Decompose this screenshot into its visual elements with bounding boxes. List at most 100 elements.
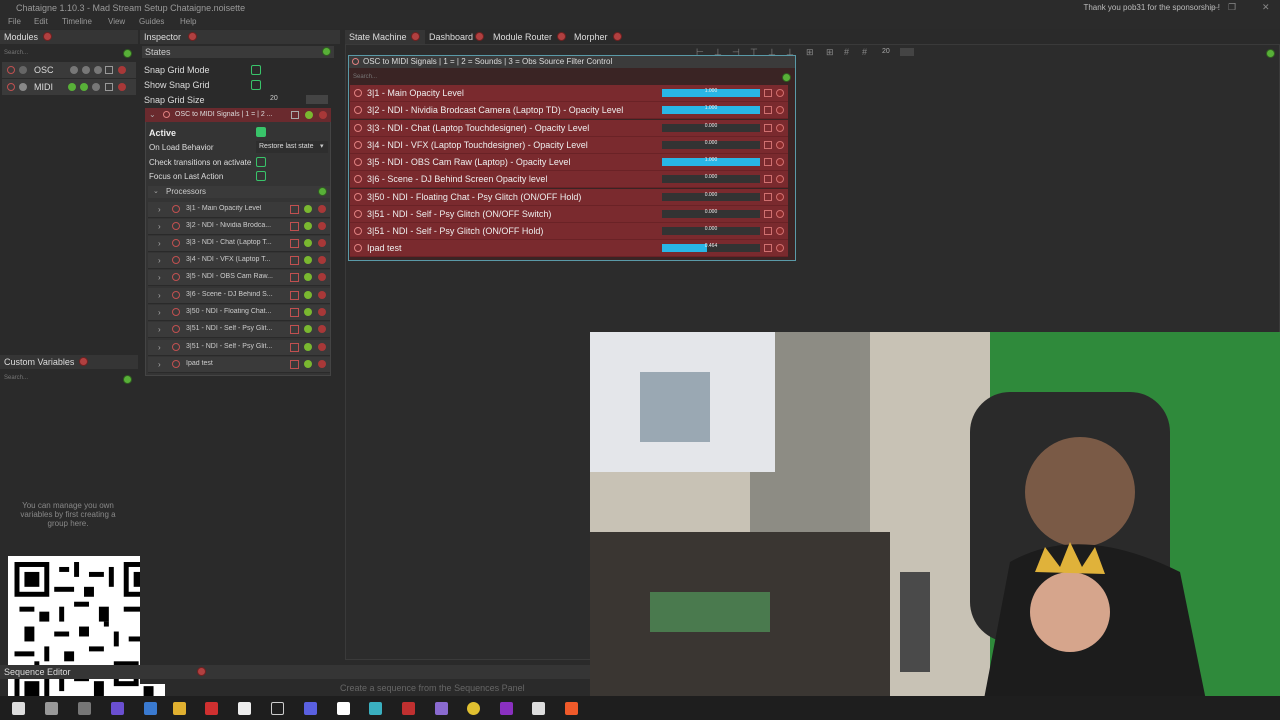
progress-bar[interactable]: 0.000 <box>662 123 760 132</box>
power-icon[interactable] <box>7 66 15 74</box>
remove-icon[interactable] <box>318 291 326 299</box>
snap-grid-size-stepper[interactable] <box>306 95 328 104</box>
action-row[interactable]: 3|4 - NDI - VFX (Laptop Touchdesigner) -… <box>350 137 788 154</box>
remove-icon[interactable] <box>118 66 126 74</box>
select-box[interactable] <box>764 106 772 114</box>
show-snap-grid-checkbox[interactable] <box>251 80 261 90</box>
state-node-header[interactable]: OSC to MIDI Signals | 1 = | 2 = Sounds |… <box>349 56 795 68</box>
app-icon[interactable] <box>304 702 317 715</box>
power-icon[interactable] <box>163 111 170 118</box>
tab-module-router[interactable]: Module Router <box>491 30 571 44</box>
processor-item[interactable]: › 3|5 - NDI - OBS Cam Raw... <box>148 270 330 286</box>
remove-icon[interactable] <box>776 106 784 114</box>
task-view-icon[interactable] <box>78 702 91 715</box>
grid-icon[interactable]: # <box>844 47 849 57</box>
select-box[interactable] <box>290 205 299 214</box>
select-box[interactable] <box>290 308 299 317</box>
power-icon[interactable] <box>172 205 180 213</box>
menu-file[interactable]: File <box>8 17 21 26</box>
select-box[interactable] <box>290 222 299 231</box>
add-icon[interactable] <box>304 325 312 333</box>
select-box[interactable] <box>290 239 299 248</box>
start-icon[interactable] <box>12 702 25 715</box>
select-box[interactable] <box>764 227 772 235</box>
remove-icon[interactable] <box>319 111 327 119</box>
close-icon[interactable] <box>411 32 420 41</box>
action-row[interactable]: 3|51 - NDI - Self - Psy Glitch (ON/OFF H… <box>350 223 788 240</box>
processors-header[interactable]: ⌄ Processors <box>148 186 330 198</box>
remove-icon[interactable] <box>318 256 326 264</box>
check-transitions-checkbox[interactable] <box>256 157 266 167</box>
progress-bar[interactable]: 1.000 <box>662 105 760 114</box>
remove-icon[interactable] <box>318 325 326 333</box>
menu-guides[interactable]: Guides <box>139 17 164 26</box>
progress-bar[interactable]: 1.000 <box>662 157 760 166</box>
active-checkbox[interactable] <box>256 127 266 137</box>
remove-icon[interactable] <box>318 343 326 351</box>
add-processor-icon[interactable] <box>318 187 327 196</box>
power-icon[interactable] <box>352 58 359 65</box>
progress-bar[interactable]: 0.000 <box>662 226 760 235</box>
add-icon[interactable] <box>304 273 312 281</box>
snap-grid-size-value[interactable]: 20 <box>270 95 278 102</box>
state-node-search[interactable]: Search... <box>353 74 377 80</box>
power-icon[interactable] <box>172 343 180 351</box>
power-icon[interactable] <box>172 256 180 264</box>
menu-edit[interactable]: Edit <box>34 17 48 26</box>
remove-icon[interactable] <box>776 175 784 183</box>
power-icon[interactable] <box>354 141 362 149</box>
app-icon[interactable] <box>369 702 382 715</box>
processor-item[interactable]: › 3|51 - NDI - Self - Psy Glit... <box>148 340 330 356</box>
tab-morpher[interactable]: Morpher <box>573 30 623 44</box>
app-icon[interactable] <box>532 702 545 715</box>
progress-bar[interactable]: 0.000 <box>662 174 760 183</box>
on-load-behavior-select[interactable]: Restore last state ▾ <box>256 141 328 153</box>
add-module-icon[interactable] <box>123 49 132 58</box>
restore-button[interactable]: ❐ <box>1228 2 1236 13</box>
power-icon[interactable] <box>354 193 362 201</box>
select-box[interactable] <box>764 175 772 183</box>
power-icon[interactable] <box>354 89 362 97</box>
app-icon[interactable] <box>111 702 124 715</box>
progress-bar[interactable]: 0.000 <box>662 209 760 218</box>
processor-item[interactable]: › 3|50 - NDI - Floating Chat... <box>148 305 330 321</box>
app-icon[interactable] <box>435 702 448 715</box>
app-icon[interactable] <box>238 702 251 715</box>
power-icon[interactable] <box>172 308 180 316</box>
custom-variables-search[interactable]: Search... <box>4 375 28 381</box>
remove-icon[interactable] <box>776 124 784 132</box>
progress-bar[interactable]: 1.000 <box>662 88 760 97</box>
action-row[interactable]: 3|1 - Main Opacity Level 1.000 <box>350 85 788 102</box>
remove-icon[interactable] <box>318 222 326 230</box>
expand-icon[interactable]: › <box>158 239 161 248</box>
add-icon[interactable] <box>304 360 312 368</box>
remove-icon[interactable] <box>776 193 784 201</box>
distribute-icon[interactable]: ⊞ <box>806 47 814 58</box>
select-box[interactable] <box>764 210 772 218</box>
add-icon[interactable] <box>304 343 312 351</box>
power-icon[interactable] <box>172 360 180 368</box>
select-box[interactable] <box>290 325 299 334</box>
processor-item[interactable]: › 3|1 - Main Opacity Level <box>148 202 330 218</box>
action-row[interactable]: 3|50 - NDI - Floating Chat - Psy Glitch … <box>350 189 788 206</box>
action-row[interactable]: 3|5 - NDI - OBS Cam Raw (Laptop) - Opaci… <box>350 154 788 171</box>
remove-icon[interactable] <box>776 227 784 235</box>
close-icon[interactable] <box>197 667 206 676</box>
remove-icon[interactable] <box>776 244 784 252</box>
power-icon[interactable] <box>354 106 362 114</box>
add-state-icon[interactable] <box>322 47 331 56</box>
close-icon[interactable] <box>613 32 622 41</box>
select-box[interactable] <box>764 124 772 132</box>
add-icon[interactable] <box>304 308 312 316</box>
progress-bar[interactable]: 0.464 <box>662 243 760 252</box>
power-icon[interactable] <box>354 124 362 132</box>
power-icon[interactable] <box>354 227 362 235</box>
add-action-icon[interactable] <box>782 73 791 82</box>
select-box[interactable] <box>290 343 299 352</box>
add-group-icon[interactable] <box>123 375 132 384</box>
menu-timeline[interactable]: Timeline <box>62 17 92 26</box>
distribute-vertical-icon[interactable]: ⊞ <box>826 47 834 58</box>
focus-on-last-action-checkbox[interactable] <box>256 171 266 181</box>
tab-state-machine[interactable]: State Machine <box>345 30 425 44</box>
expand-icon[interactable]: › <box>158 205 161 214</box>
